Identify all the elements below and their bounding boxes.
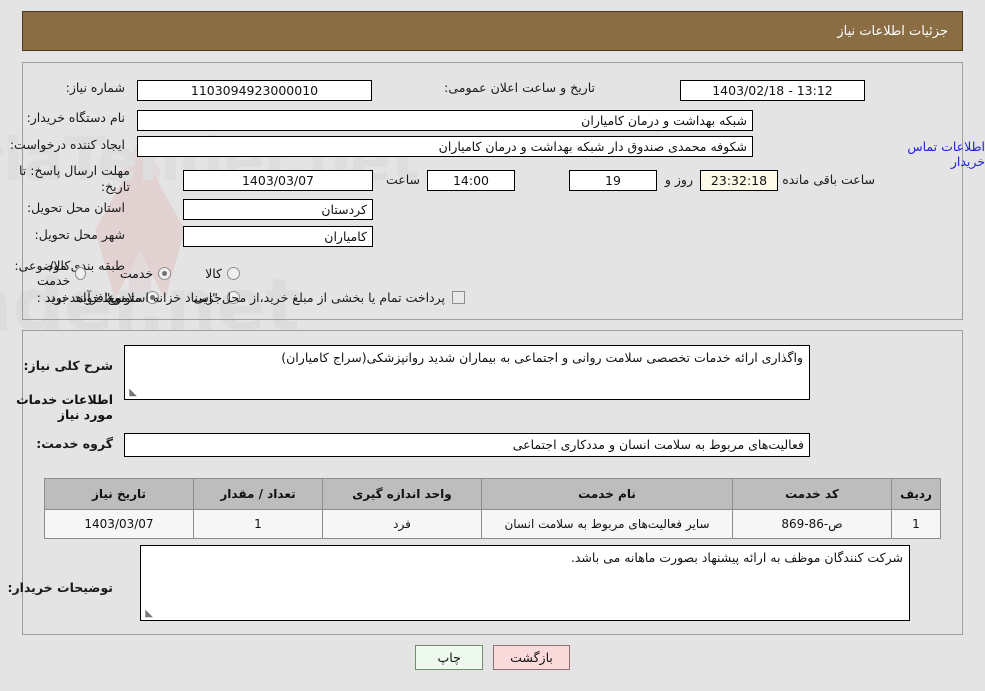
buyer-org-value: شبکه بهداشت و درمان کامیاران [137,110,753,131]
table-header-cell: کد خدمت [732,478,892,510]
table-cell: 1 [193,509,323,539]
announce-date-row: تاریخ و ساعت اعلان عمومی: [444,80,595,95]
creator-label: ایجاد کننده درخواست: [9,137,125,152]
general-desc-value: واگذاری ارائه خدمات تخصصی سلامت روانی و … [281,350,803,365]
province-value: کردستان [183,199,373,220]
countdown-timer-value: 23:32:18 [700,170,778,191]
need-number-label: شماره نیاز: [65,80,125,95]
deadline-label-wrap: مهلت ارسال پاسخ: تا تاریخ: [12,163,130,195]
page-root: AriaTender.net AriaTender.net جزئیات اطل… [0,0,985,691]
category-radio-group: کالا خدمت کالا/خدمت [0,258,240,288]
table-cell: سایر فعالیت‌های مربوط به سلامت انسان [481,509,733,539]
announce-date-label: تاریخ و ساعت اعلان عمومی: [444,80,595,95]
table-header-row: ردیف کد خدمت نام خدمت واحد اندازه گیری تعداد… [44,478,941,510]
province-row: استان محل تحویل: [27,200,125,215]
general-desc-label: شرح کلی نیاز: [23,358,113,373]
services-table: ردیف کد خدمت نام خدمت واحد اندازه گیری تعداد… [44,478,941,539]
print-button[interactable]: چاپ [415,645,484,670]
deadline-label: مهلت ارسال پاسخ: تا تاریخ: [19,163,130,194]
category-radio-2[interactable] [75,266,86,280]
back-button[interactable]: بازگشت [493,645,570,670]
city-row: شهر محل تحویل: [35,227,125,242]
service-group-value: فعالیت‌های مربوط به سلامت انسان و مددکار… [124,433,810,457]
remaining-days-value: 19 [569,170,657,191]
deadline-time-value: 14:00 [427,170,515,191]
creator-value: شکوفه محمدی صندوق دار شبکه بهداشت و درما… [137,136,753,157]
category-option-0[interactable]: کالا [205,266,240,281]
remaining-label: ساعت باقی مانده [782,172,875,187]
resize-grip-icon[interactable]: ◣ [127,388,137,398]
table-cell: فرد [322,509,482,539]
services-section-title: اطلاعات خدمات مورد نیاز [16,392,113,422]
resize-grip-icon[interactable]: ◣ [143,609,153,619]
treasury-payment-label: پرداخت تمام یا بخشی از مبلغ خرید،از محل … [46,290,445,305]
buyer-notes-label: توضیحات خریدار: [7,580,113,595]
treasury-payment-option[interactable]: پرداخت تمام یا بخشی از مبلغ خرید،از محل … [46,290,465,305]
category-label-2: کالا/خدمت [37,258,71,288]
category-label-0: کالا [205,265,222,281]
table-header-cell: نام خدمت [481,478,733,510]
footer-actions: بازگشت چاپ [0,645,985,670]
hour-label: ساعت [385,172,420,187]
table-header-cell: ردیف [891,478,941,510]
category-radio-1[interactable] [158,266,172,280]
service-group-label: گروه خدمت: [36,436,113,451]
table-header-cell: تاریخ نیاز [44,478,194,510]
buyer-org-label: نام دستگاه خریدار: [26,110,125,125]
table-cell: 1403/03/07 [44,509,194,539]
category-radio-0[interactable] [227,266,240,280]
buyer-org-row: نام دستگاه خریدار: [27,110,125,125]
buyer-notes-textarea[interactable]: شرکت کنندگان موظف به ارائه پیشنهاد بصورت… [140,545,910,621]
table-header-cell: واحد اندازه گیری [322,478,482,510]
general-desc-textarea[interactable]: واگذاری ارائه خدمات تخصصی سلامت روانی و … [124,345,810,400]
category-option-2[interactable]: کالا/خدمت [28,258,86,288]
buyer-contact-link[interactable]: اطلاعات تماس خریدار [880,139,985,169]
treasury-payment-checkbox[interactable] [452,291,465,304]
table-cell: ص-86-869 [732,509,892,539]
category-option-1[interactable]: خدمت [119,265,172,281]
creator-row: ایجاد کننده درخواست: [10,137,125,152]
page-header: جزئیات اطلاعات نیاز [22,11,963,51]
table-cell: 1 [891,509,941,539]
province-label: استان محل تحویل: [26,200,125,215]
table-header-cell: تعداد / مقدار [193,478,323,510]
city-label: شهر محل تحویل: [34,227,125,242]
days-and-label: روز و [664,172,693,187]
table-row: 1 ص-86-869 سایر فعالیت‌های مربوط به سلامت … [44,509,941,539]
deadline-date-value: 1403/03/07 [183,170,373,191]
announce-date-value: 13:12 - 1403/02/18 [680,80,865,101]
city-value: کامیاران [183,226,373,247]
need-number-value: 1103094923000010 [137,80,372,101]
category-label-1: خدمت [119,265,154,281]
need-number-row: شماره نیاز: [66,80,125,95]
buyer-notes-value: شرکت کنندگان موظف به ارائه پیشنهاد بصورت… [570,550,903,565]
page-title: جزئیات اطلاعات نیاز [837,23,948,39]
